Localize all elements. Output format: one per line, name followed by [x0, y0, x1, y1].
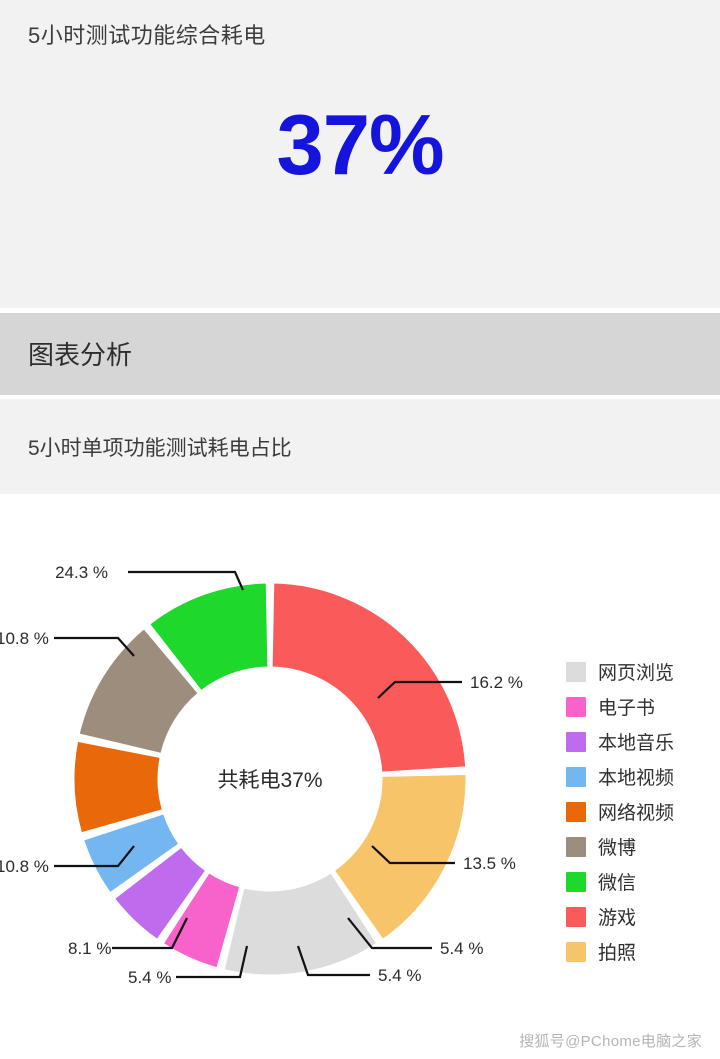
- chart-caption-panel: 5小时单项功能测试耗电占比: [0, 399, 720, 494]
- donut-center-label: 共耗电37%: [217, 769, 322, 792]
- legend-swatch-icon: [566, 696, 586, 717]
- donut-slice-label: 5.4 %: [378, 966, 421, 985]
- donut-slice-label: 13.5 %: [463, 854, 516, 873]
- legend-item[interactable]: 拍照: [566, 934, 716, 969]
- watermark: 搜狐号@PChome电脑之家: [519, 1033, 702, 1050]
- legend-label: 拍照: [598, 943, 637, 964]
- legend-label: 网页浏览: [598, 663, 675, 684]
- donut-slice-label: 8.1 %: [68, 939, 111, 958]
- legend-item[interactable]: 微博: [566, 829, 716, 864]
- donut-slice-label: 5.4 %: [128, 968, 171, 987]
- legend-item[interactable]: 网页浏览: [566, 654, 716, 689]
- donut-slice-label: 16.2 %: [470, 673, 523, 692]
- legend-item[interactable]: 本地视频: [566, 759, 716, 794]
- legend-swatch-icon: [566, 871, 586, 892]
- legend-swatch-icon: [566, 731, 586, 752]
- summary-panel: 5小时测试功能综合耗电 37%: [0, 0, 720, 308]
- legend-label: 微博: [598, 838, 637, 859]
- legend-label: 微信: [598, 873, 637, 894]
- legend-label: 本地视频: [598, 768, 675, 789]
- summary-title: 5小时测试功能综合耗电: [28, 23, 266, 48]
- donut-slice-label: 5.4 %: [440, 939, 483, 958]
- legend-swatch-icon: [566, 941, 586, 962]
- legend-label: 游戏: [598, 908, 637, 929]
- summary-value: 37%: [276, 98, 444, 193]
- legend-swatch-icon: [566, 766, 586, 787]
- legend-item[interactable]: 网络视频: [566, 794, 716, 829]
- legend-label: 本地音乐: [598, 733, 675, 754]
- section-header-label: 图表分析: [28, 340, 133, 370]
- section-header: 图表分析: [0, 313, 720, 395]
- legend-item[interactable]: 游戏: [566, 899, 716, 934]
- legend-label: 网络视频: [598, 803, 675, 824]
- donut-leader-line: [128, 570, 245, 591]
- donut-slice-label: 10.8 %: [0, 857, 49, 876]
- chart-caption: 5小时单项功能测试耗电占比: [28, 437, 292, 460]
- donut-slice-label: 24.3 %: [55, 563, 108, 582]
- legend-swatch-icon: [566, 801, 586, 822]
- legend-swatch-icon: [566, 836, 586, 857]
- legend-item[interactable]: 微信: [566, 864, 716, 899]
- donut-slice-label: 10.8 %: [0, 629, 49, 648]
- legend-swatch-icon: [566, 906, 586, 927]
- legend-item[interactable]: 本地音乐: [566, 724, 716, 759]
- donut-slice[interactable]: [271, 582, 467, 773]
- chart-panel: 24.3 % 16.2 % 13.5 % 5.4 % 5.4 % 5.4 % 8.1 % 10…: [0, 494, 720, 1059]
- chart-legend: 网页浏览电子书本地音乐本地视频网络视频微博微信游戏拍照: [566, 654, 716, 969]
- legend-item[interactable]: 电子书: [566, 689, 716, 724]
- legend-label: 电子书: [598, 698, 656, 719]
- donut-chart: 24.3 % 16.2 % 13.5 % 5.4 % 5.4 % 5.4 % 8.1 % 10…: [0, 563, 523, 987]
- legend-swatch-icon: [566, 661, 586, 682]
